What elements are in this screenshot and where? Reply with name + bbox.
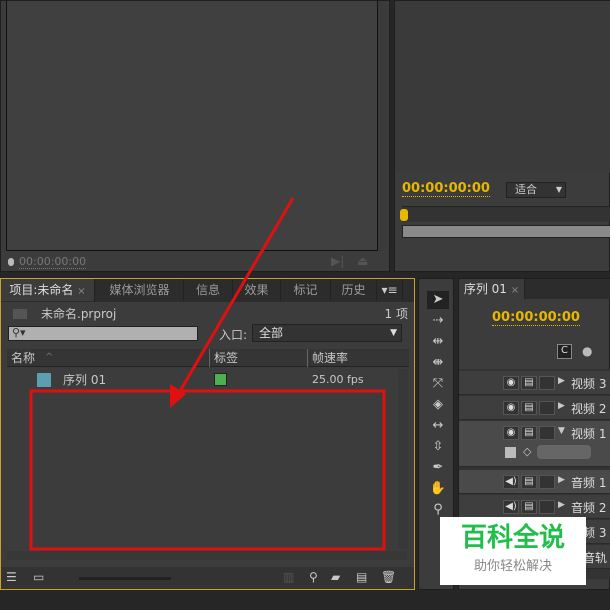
annotation-arrow [174,197,295,399]
watermark-title: 百科全说 [460,523,565,553]
watermark-subtitle: 助你轻松解决 [473,559,552,574]
watermark: 百科全说 助你轻松解决 [440,517,586,585]
annotation-highlight-box [29,389,386,551]
